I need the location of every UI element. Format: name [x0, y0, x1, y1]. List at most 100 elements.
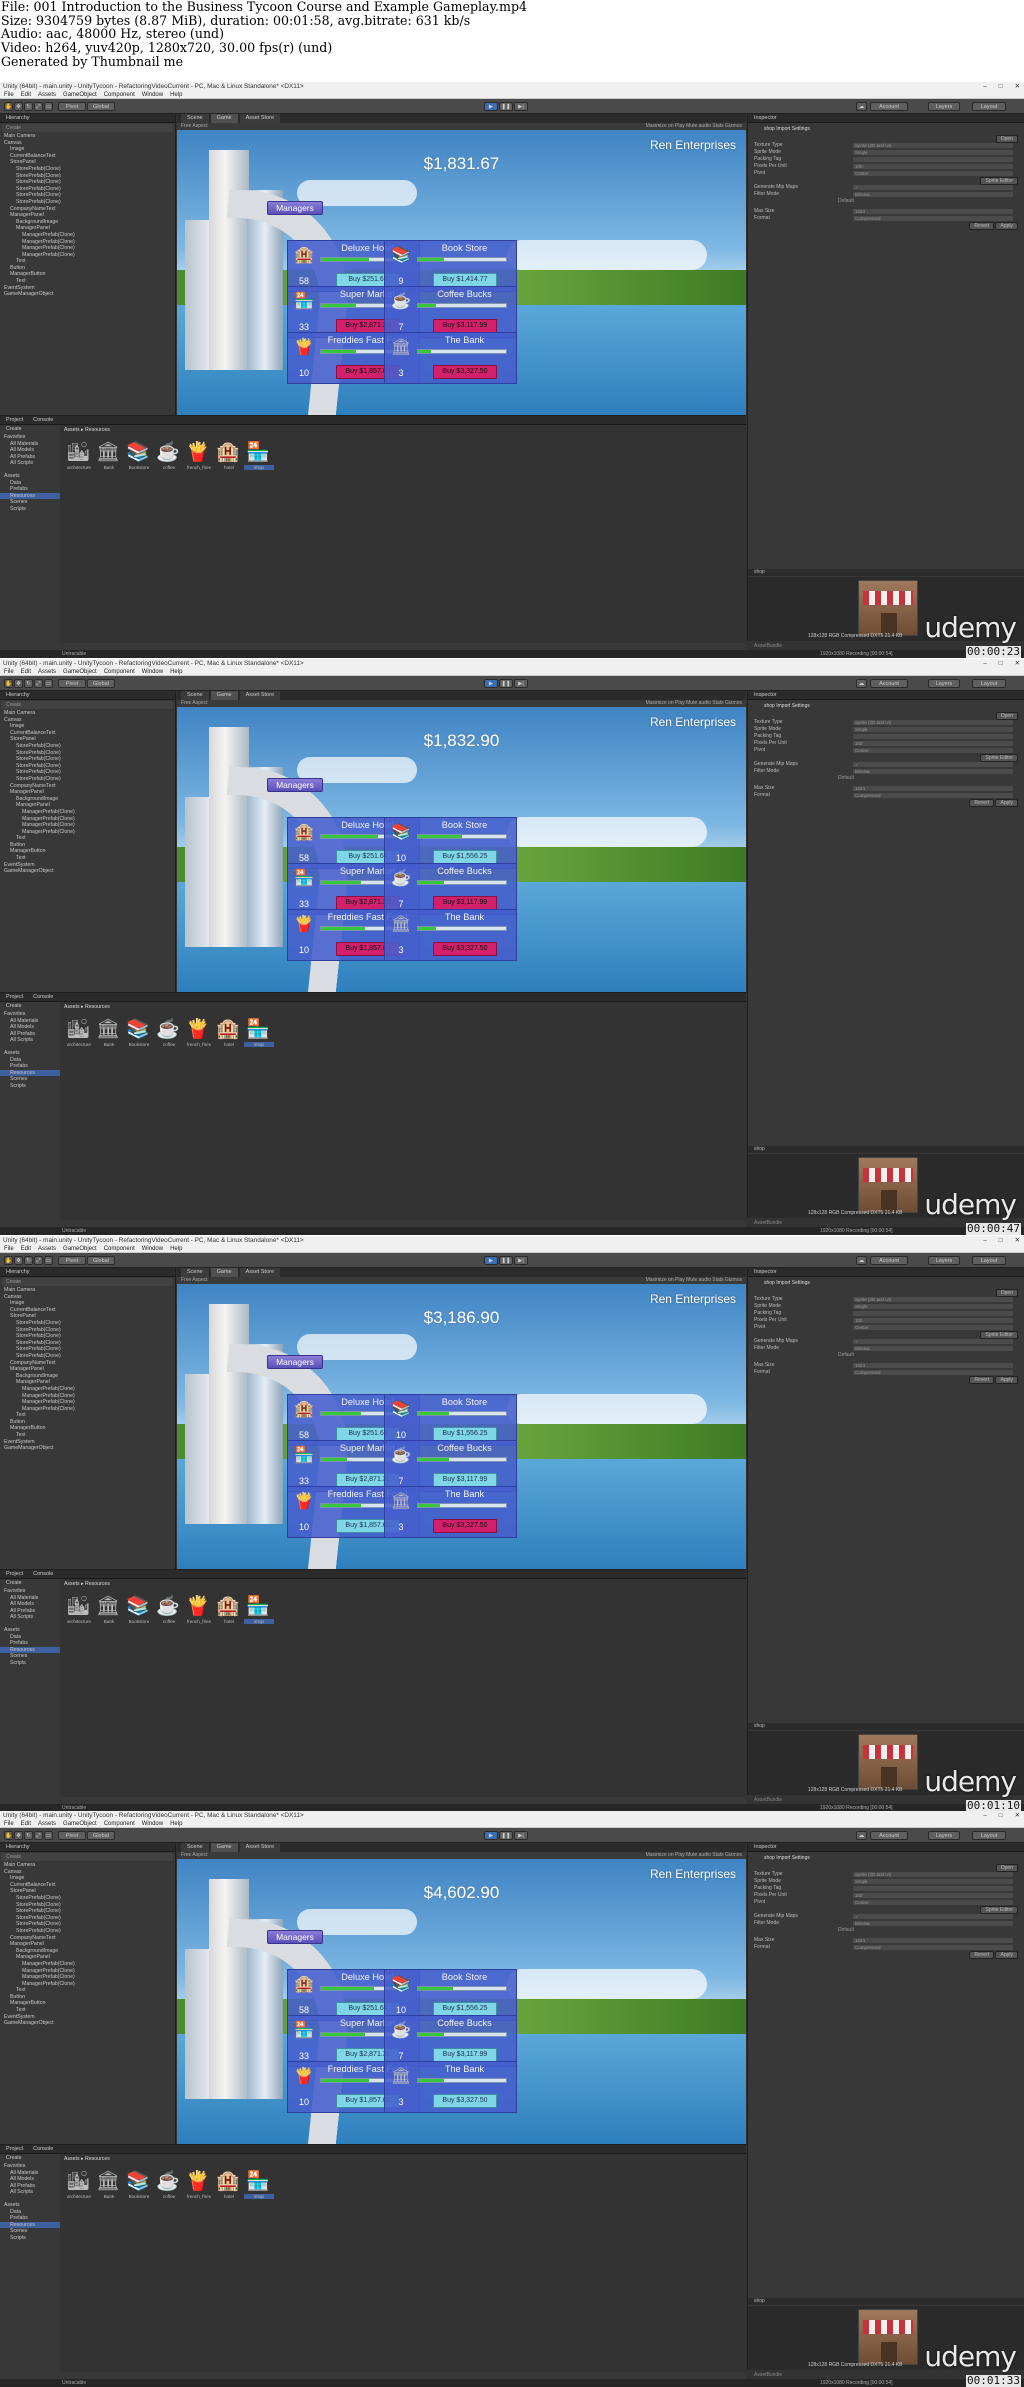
- inspector-value-field[interactable]: 1024: [853, 1363, 1013, 1368]
- folder-item[interactable]: Scenes: [0, 499, 60, 506]
- folder-item[interactable]: Resources: [0, 492, 60, 500]
- menu-window[interactable]: Window: [142, 1245, 163, 1252]
- asset-item[interactable]: 🏪 shop: [244, 441, 274, 477]
- inspector-value-field[interactable]: Bilinear: [853, 1346, 1013, 1351]
- asset-item[interactable]: 🏨 hotel: [214, 441, 244, 477]
- inspector-value-field[interactable]: Compressed: [853, 1370, 1013, 1375]
- asset-item[interactable]: 📚 Bookstore: [124, 2170, 154, 2206]
- account-dropdown[interactable]: Account: [870, 1831, 908, 1840]
- tab-console[interactable]: Console: [33, 416, 53, 424]
- asset-item[interactable]: 📚 Bookstore: [124, 1595, 154, 1631]
- menu-assets[interactable]: Assets: [38, 1245, 56, 1252]
- folder-item[interactable]: Scripts: [0, 2235, 60, 2242]
- rect-tool-icon[interactable]: ▭: [44, 1831, 53, 1840]
- inspector-value-field[interactable]: 1024: [853, 209, 1013, 214]
- project-create-dropdown[interactable]: Create: [6, 2155, 22, 2162]
- hierarchy-create-dropdown[interactable]: Create: [2, 124, 173, 132]
- hierarchy-item[interactable]: Text: [0, 2007, 175, 2014]
- favorites-item[interactable]: All Prefabs: [0, 2183, 60, 2190]
- move-tool-icon[interactable]: ✥: [14, 1256, 23, 1265]
- inspector-value-field[interactable]: [853, 1311, 1013, 1316]
- hierarchy-item[interactable]: Canvas: [0, 140, 175, 147]
- layers-dropdown[interactable]: Layers: [928, 1256, 960, 1265]
- step-button-icon[interactable]: ▶|: [514, 102, 528, 111]
- inspector-tab[interactable]: Inspector: [748, 691, 1024, 700]
- favorites-item[interactable]: All Prefabs: [0, 1031, 60, 1038]
- inspector-tab[interactable]: Inspector: [748, 1843, 1024, 1852]
- hierarchy-item[interactable]: Image: [0, 146, 175, 153]
- tab-scene[interactable]: Scene: [181, 1268, 209, 1277]
- hierarchy-item[interactable]: Main Camera: [0, 133, 175, 140]
- buy-store-button[interactable]: Buy $3,327.50: [433, 942, 497, 956]
- favorites-item[interactable]: All Models: [0, 2176, 60, 2183]
- hierarchy-item[interactable]: Main Camera: [0, 710, 175, 717]
- inspector-value-field[interactable]: Sprite (2D and UI): [853, 143, 1013, 148]
- hierarchy-item[interactable]: Main Camera: [0, 1862, 175, 1869]
- hierarchy-item[interactable]: GameManagerObject: [0, 291, 175, 298]
- favorites-folder[interactable]: Favorites: [0, 1588, 60, 1595]
- hierarchy-item[interactable]: StorePrefab(Clone): [0, 1327, 175, 1334]
- tab-scene[interactable]: Scene: [181, 1843, 209, 1852]
- move-tool-icon[interactable]: ✥: [14, 1831, 23, 1840]
- hierarchy-item[interactable]: CompanyNameText: [0, 1360, 175, 1367]
- buy-store-button[interactable]: Buy $3,117.99: [433, 319, 497, 333]
- layout-dropdown[interactable]: Layout: [972, 1831, 1006, 1840]
- tab-asset-store[interactable]: Asset Store: [239, 691, 281, 700]
- minimize-button[interactable]: –: [983, 1236, 987, 1245]
- hierarchy-item[interactable]: StorePrefab(Clone): [0, 179, 175, 186]
- maximize-button[interactable]: □: [999, 82, 1003, 91]
- step-button-icon[interactable]: ▶|: [514, 679, 528, 688]
- tab-console[interactable]: Console: [33, 2145, 53, 2153]
- maximize-button[interactable]: □: [999, 1236, 1003, 1245]
- store-icon[interactable]: ☕: [390, 2021, 412, 2041]
- scale-tool-icon[interactable]: ⤢: [34, 1256, 43, 1265]
- platform-default-tab[interactable]: Default: [748, 198, 1024, 208]
- aspect-dropdown[interactable]: Free Aspect: [181, 123, 208, 129]
- favorites-item[interactable]: All Materials: [0, 441, 60, 448]
- hierarchy-tab[interactable]: Hierarchy: [0, 114, 175, 123]
- managers-button[interactable]: Managers: [267, 201, 323, 215]
- hierarchy-item[interactable]: Button: [0, 1994, 175, 2001]
- account-dropdown[interactable]: Account: [870, 679, 908, 688]
- hierarchy-item[interactable]: Text: [0, 855, 175, 862]
- hierarchy-item[interactable]: StorePrefab(Clone): [0, 1921, 175, 1928]
- hierarchy-item[interactable]: BackgroundImage: [0, 796, 175, 803]
- folder-item[interactable]: Resources: [0, 2221, 60, 2229]
- favorites-item[interactable]: All Scripts: [0, 1037, 60, 1044]
- buy-store-button[interactable]: Buy $1,414.77: [433, 273, 497, 287]
- scale-tool-icon[interactable]: ⤢: [34, 679, 43, 688]
- hierarchy-item[interactable]: GameManagerObject: [0, 2020, 175, 2027]
- rotate-tool-icon[interactable]: ↻: [24, 1256, 33, 1265]
- tab-console[interactable]: Console: [33, 1570, 53, 1578]
- hierarchy-item[interactable]: BackgroundImage: [0, 219, 175, 226]
- inspector-value-field[interactable]: 100: [853, 164, 1013, 169]
- rect-tool-icon[interactable]: ▭: [44, 102, 53, 111]
- hierarchy-create-dropdown[interactable]: Create: [2, 701, 173, 709]
- store-icon[interactable]: 🍟: [293, 338, 315, 358]
- hierarchy-item[interactable]: GameManagerObject: [0, 1445, 175, 1452]
- hierarchy-item[interactable]: ManagerPrefab(Clone): [0, 239, 175, 246]
- store-icon[interactable]: 📚: [390, 246, 412, 266]
- hierarchy-item[interactable]: ManagerPrefab(Clone): [0, 1393, 175, 1400]
- menu-gameobject[interactable]: GameObject: [63, 668, 97, 675]
- hierarchy-item[interactable]: StorePrefab(Clone): [0, 776, 175, 783]
- hierarchy-item[interactable]: ManagerPanel: [0, 802, 175, 809]
- hierarchy-item[interactable]: StorePrefab(Clone): [0, 173, 175, 180]
- tab-game[interactable]: Game: [210, 1268, 238, 1277]
- store-icon[interactable]: ☕: [390, 1446, 412, 1466]
- game-view-options[interactable]: Maximize on Play Mute audio Stats Gizmos: [646, 123, 742, 130]
- asset-item[interactable]: 📚 Bookstore: [124, 441, 154, 477]
- hierarchy-item[interactable]: CompanyNameText: [0, 1935, 175, 1942]
- menu-help[interactable]: Help: [170, 1245, 182, 1252]
- inspector-value-field[interactable]: Bilinear: [853, 192, 1013, 197]
- hierarchy-item[interactable]: Text: [0, 1987, 175, 1994]
- store-icon[interactable]: 🏛: [390, 915, 412, 935]
- inspector-value-field[interactable]: 1024: [853, 786, 1013, 791]
- hierarchy-item[interactable]: ManagerPrefab(Clone): [0, 232, 175, 239]
- store-icon[interactable]: ☕: [390, 869, 412, 889]
- cloud-icon[interactable]: ☁: [856, 679, 867, 688]
- favorites-item[interactable]: All Materials: [0, 1595, 60, 1602]
- minimize-button[interactable]: –: [983, 659, 987, 668]
- asset-item[interactable]: ☕ coffee: [154, 1018, 184, 1054]
- hierarchy-item[interactable]: ManagerPanel: [0, 1954, 175, 1961]
